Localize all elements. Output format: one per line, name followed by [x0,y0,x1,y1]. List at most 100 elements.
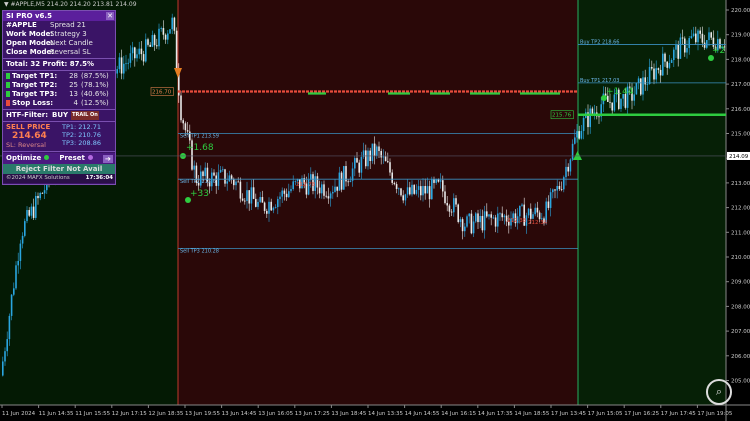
close-mode-value[interactable]: Reversal SL [50,48,91,57]
candle-body [2,361,4,376]
time-label: 17 Jun 17:45 [661,411,696,417]
candle-body [664,53,666,62]
candle-body [336,186,338,191]
candle-body [479,215,481,223]
candle-body [646,83,649,85]
candle-body [668,62,671,68]
total-profit: Total: 32 Profit: 87.5% [6,60,94,68]
candle-body [681,37,684,39]
candle-body [494,217,497,227]
close-icon[interactable]: ✕ [106,12,114,20]
price-label: 217.00 [731,82,750,88]
candle-body [180,95,182,121]
candle-body [580,131,583,139]
candle-body [409,187,411,195]
candle-body [453,198,455,213]
candle-body [175,30,178,70]
candle-body [131,47,134,54]
open-mode-label: Open Mode: [6,39,54,47]
candle-body [503,215,506,218]
candle-body [376,146,378,156]
candle-body [334,186,336,192]
candle-body [688,38,690,49]
candle-body [173,17,176,31]
candle-body [481,215,484,231]
candle-body [633,94,635,101]
next-arrow-icon[interactable]: ➔ [102,154,113,163]
zoom-icon[interactable]: ⌕ [706,379,732,405]
candle-body [241,198,244,201]
gain-label-1: +1.68 [186,143,214,153]
candle-body [404,194,407,201]
candle-body [468,213,470,217]
time-label: 17 Jun 13:45 [551,411,586,417]
candle-body [30,206,33,216]
open-mode-value[interactable]: Next Candle [50,39,93,48]
tp3-percent: (40.6%) [81,90,109,98]
candle-body [475,213,477,222]
panel-titlebar[interactable]: SI PRO v6.5 ✕ [3,11,115,21]
candle-body [228,175,231,182]
candle-body [395,184,398,190]
candle-body [323,184,325,196]
candle-body [446,203,448,206]
candle-body [538,212,541,220]
candle-body [677,44,679,59]
sell-zone [178,0,578,405]
candle-body [202,171,204,177]
candle-body [673,49,675,60]
price-label: 208.00 [731,304,750,310]
candle-body [532,214,534,219]
candle-body [699,30,701,34]
candle-body [136,54,138,59]
candle-body [367,150,369,167]
sl-count: 4 [73,99,78,107]
optimize-button[interactable]: Optimize [6,154,50,163]
candle-body [556,186,558,191]
work-mode-value[interactable]: Strategy 3 [50,30,87,39]
candle-body [239,181,242,199]
candle-body [384,156,387,162]
candle-body [156,45,158,47]
candle-body [666,61,668,68]
candle-body [406,187,409,195]
gain-label-2: +33 [190,189,209,199]
tp2-percent: (78.1%) [81,81,109,89]
tp3-marker [6,91,10,97]
candle-body [662,53,664,76]
candle-body [118,57,121,70]
sl-mode: SL: Reversal [6,141,46,149]
tp1-marker [6,73,10,79]
spread-value: 21 [76,21,86,29]
candle-body [578,131,580,139]
candle-body [413,184,415,194]
candle-body [39,192,41,199]
candle-body [340,172,343,190]
candle-body [644,77,646,85]
candle-body [424,186,426,194]
copyright: ©2024 MAFX Solutions [6,175,70,181]
price-label: 218.00 [731,57,750,63]
candle-body [589,108,591,128]
candle-body [611,102,613,111]
symbol-label: #APPLE [6,21,37,29]
candle-body [706,40,708,48]
candle-body [292,181,294,190]
candle-body [13,288,15,295]
candle-body [169,29,171,34]
preset-button[interactable]: Preset [59,154,93,163]
candle-body [402,195,404,201]
candle-body [153,35,156,46]
candle-body [266,210,268,214]
time-label: 17 Jun 16:25 [624,411,659,417]
tp2-label: Target TP2: [12,81,58,89]
tp3-price: TP3: 208.86 [62,139,102,147]
price-mark-2: 212.38 [507,218,527,224]
candle-body [116,69,118,74]
tp2-count: 25 [69,81,78,89]
candle-body [182,120,184,124]
candle-body [659,69,662,76]
candle-body [127,62,129,64]
trail-badge[interactable]: TRAIL On [71,111,99,120]
candle-body [477,213,479,223]
